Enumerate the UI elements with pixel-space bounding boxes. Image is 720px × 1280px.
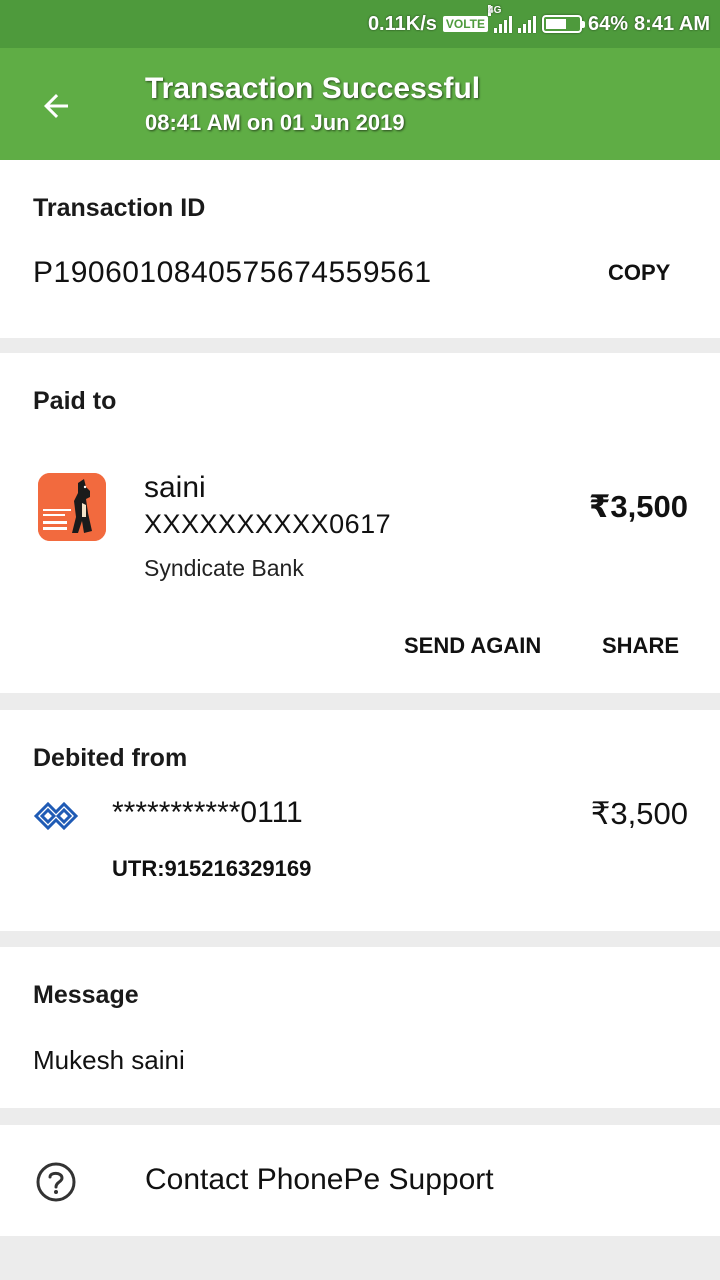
utr-number: UTR:915216329169 (112, 856, 312, 881)
status-indicators: 0.11K/s VOLTE 4G 64% 8:41 AM (367, 5, 710, 38)
status-bar: 0.11K/s VOLTE 4G 64% 8:41 AM (0, 0, 720, 48)
debited-from-card: Debited from ***********0111 ₹3,500 UTR:… (0, 710, 720, 931)
help-icon (36, 1162, 76, 1202)
battery-percent: 64% (588, 12, 629, 35)
transaction-id-value: P1906010840575674559561 (33, 256, 432, 289)
transaction-id-card: Transaction ID P1906010840575674559561 C… (0, 160, 720, 338)
payee-bank: Syndicate Bank (144, 555, 304, 581)
contact-support-button[interactable]: Contact PhonePe Support (0, 1125, 720, 1236)
message-text: Mukesh saini (33, 1045, 185, 1075)
transaction-id-label: Transaction ID (33, 194, 206, 222)
debit-account: ***********0111 (112, 796, 303, 829)
copy-button[interactable]: COPY (608, 260, 670, 286)
volte-badge: VOLTE (442, 16, 489, 32)
network-speed: 0.11K/s (367, 12, 437, 35)
network-type: 4G (488, 5, 502, 16)
message-label: Message (33, 981, 139, 1009)
payee-name: saini (144, 471, 206, 504)
debited-from-label: Debited from (33, 744, 188, 772)
transaction-datetime: 08:41 AM on 01 Jun 2019 (145, 110, 405, 135)
app-header: Transaction Successful 08:41 AM on 01 Ju… (0, 48, 720, 160)
back-button[interactable] (30, 80, 82, 132)
message-card: Message Mukesh saini (0, 947, 720, 1108)
payee-account: XXXXXXXXXX0617 (144, 509, 392, 539)
page-title: Transaction Successful (145, 72, 481, 105)
battery-icon (542, 15, 586, 33)
paid-amount: ₹3,500 (588, 489, 688, 524)
bank-logo-icon (33, 801, 79, 831)
debit-amount: ₹3,500 (590, 796, 688, 831)
share-button[interactable]: SHARE (602, 633, 679, 659)
signal-icon: 4G (488, 5, 513, 33)
signal-icon-2 (518, 15, 537, 33)
back-arrow-icon (44, 94, 68, 118)
faithful-friendly-dog-logo-icon (38, 473, 106, 541)
paid-to-card: Paid to saini XXXXXXXXXX0617 Syndicate B… (0, 353, 720, 693)
clock: 8:41 AM (634, 12, 710, 35)
payee-logo (38, 473, 106, 541)
battery-fill (546, 19, 567, 29)
paid-to-label: Paid to (33, 387, 117, 415)
contact-support-label: Contact PhonePe Support (145, 1163, 494, 1196)
send-again-button[interactable]: SEND AGAIN (404, 633, 541, 659)
